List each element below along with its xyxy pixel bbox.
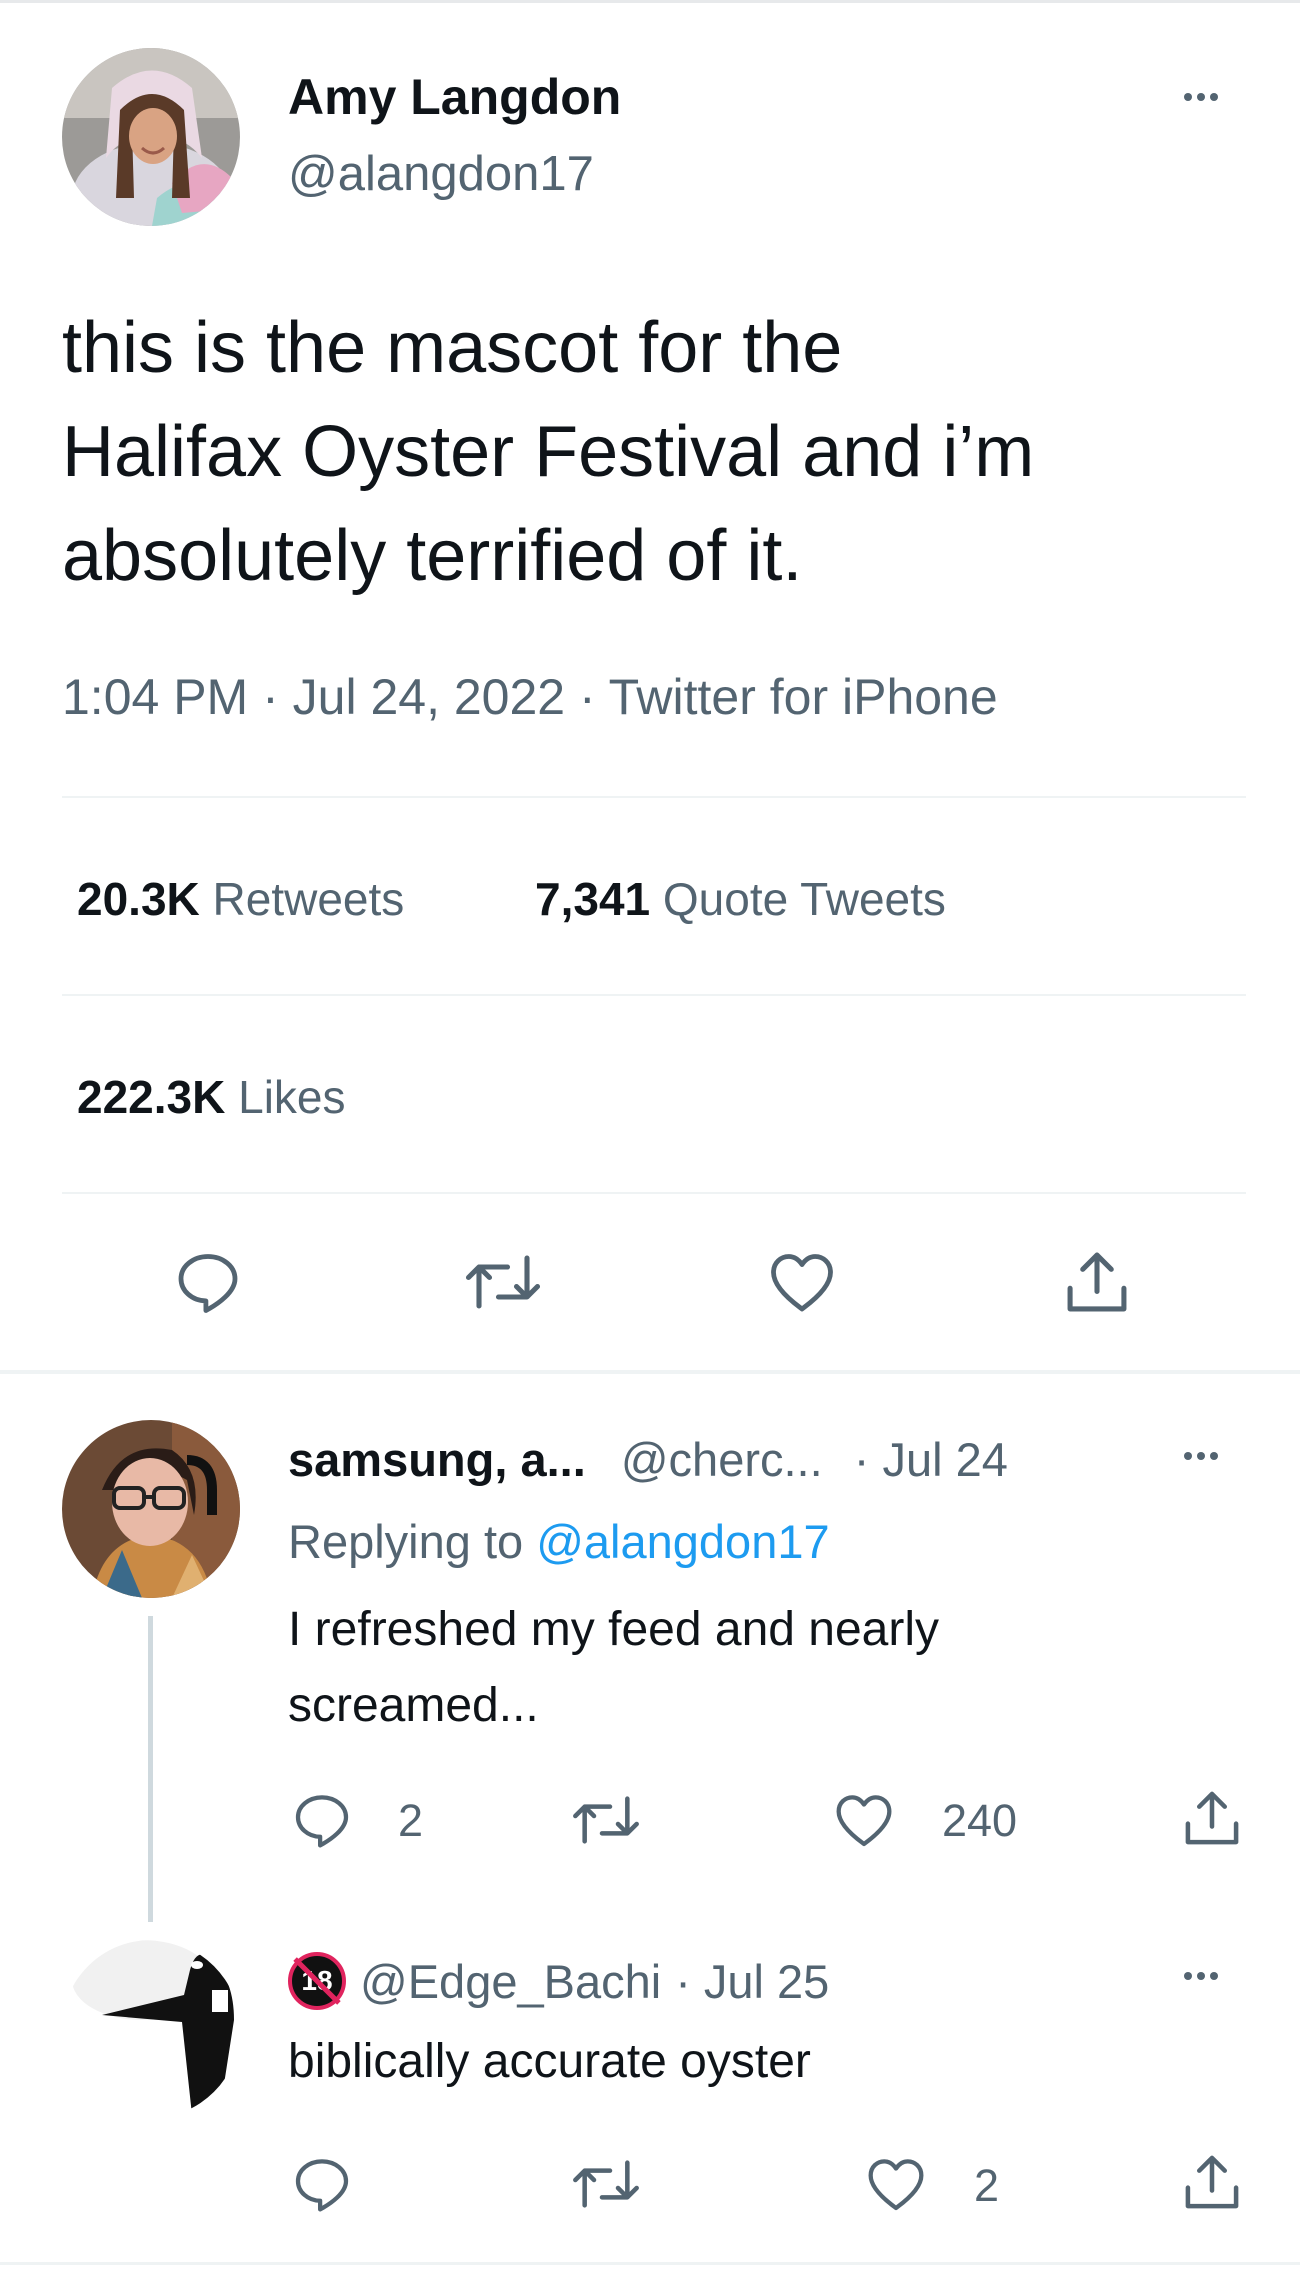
reply-handle[interactable]: @Edge_Bachi — [360, 1954, 661, 2009]
like-icon[interactable] — [832, 1788, 896, 1852]
reply-text: I refreshed my feed and nearly screamed.… — [288, 1592, 939, 1744]
like-count: 2 — [974, 2160, 1000, 2211]
quote-tweets-stat[interactable]: 7,341 Quote Tweets — [535, 872, 946, 926]
like-icon[interactable] — [766, 1246, 838, 1318]
tweet-text: this is the mascot for the Halifax Oyste… — [62, 296, 1034, 608]
retweets-label: Retweets — [212, 873, 405, 925]
author-handle[interactable]: @alangdon17 — [288, 146, 594, 202]
reply-text: biblically accurate oyster — [288, 2035, 811, 2088]
reply-text-line: screamed... — [288, 1679, 539, 1732]
reply-avatar[interactable] — [62, 1940, 240, 2118]
reply-header: 18 @Edge_Bachi · Jul 25 — [288, 1952, 829, 2010]
bottom-border — [0, 2262, 1300, 2265]
quotes-count: 7,341 — [535, 873, 651, 925]
tweet-text-line: absolutely terrified of it. — [62, 516, 803, 596]
likes-stat[interactable]: 222.3K Likes — [77, 1070, 346, 1124]
top-border — [0, 0, 1300, 3]
reply-icon[interactable] — [290, 2152, 354, 2216]
like-count: 240 — [942, 1795, 1018, 1846]
author-avatar[interactable] — [62, 48, 240, 226]
reply-date[interactable]: · Jul 24 — [854, 1433, 1008, 1486]
no-18-badge-icon: 18 — [288, 1952, 346, 2010]
retweet-icon[interactable] — [570, 2152, 642, 2216]
likes-count: 222.3K — [77, 1071, 226, 1123]
reply-avatar[interactable] — [62, 1420, 240, 1598]
replying-prefix: Replying to — [288, 1515, 524, 1568]
thread-line — [148, 1616, 153, 1922]
retweets-count: 20.3K — [77, 873, 200, 925]
divider — [62, 796, 1246, 798]
replying-to: Replying to @alangdon17 — [288, 1514, 830, 1569]
quotes-label: Quote Tweets — [662, 873, 946, 925]
reply-text-line: I refreshed my feed and nearly — [288, 1603, 940, 1656]
reply-handle[interactable]: @cherc... — [621, 1433, 823, 1486]
reply-count: 2 — [398, 1795, 424, 1846]
retweet-icon[interactable] — [570, 1788, 642, 1852]
reply-icon[interactable] — [172, 1246, 244, 1318]
retweets-stat[interactable]: 20.3K Retweets — [77, 872, 404, 926]
replying-handle-link[interactable]: @alangdon17 — [536, 1515, 829, 1568]
share-icon[interactable] — [1059, 1244, 1135, 1320]
author-name[interactable]: Amy Langdon — [288, 68, 621, 126]
likes-label: Likes — [238, 1071, 346, 1123]
more-options-icon[interactable] — [1184, 1972, 1218, 1980]
tweet-text-line: this is the mascot for the — [62, 308, 843, 388]
reply-date[interactable]: · Jul 25 — [675, 1954, 829, 2009]
like-icon[interactable] — [864, 2152, 928, 2216]
more-options-icon[interactable] — [1184, 93, 1218, 101]
share-icon[interactable] — [1178, 2148, 1246, 2216]
share-icon[interactable] — [1178, 1784, 1246, 1852]
tweet-meta[interactable]: 1:04 PM · Jul 24, 2022 · Twitter for iPh… — [62, 668, 998, 726]
divider — [62, 994, 1246, 996]
more-options-icon[interactable] — [1184, 1452, 1218, 1460]
section-separator — [0, 1370, 1300, 1374]
reply-icon[interactable] — [290, 1788, 354, 1852]
reply-header: samsung, a... @cherc... · Jul 24 — [288, 1432, 1008, 1487]
reply-display-name[interactable]: samsung, a... — [288, 1433, 586, 1486]
divider — [62, 1192, 1246, 1194]
retweet-icon[interactable] — [463, 1246, 543, 1318]
tweet-text-line: Halifax Oyster Festival and i’m — [62, 412, 1035, 492]
